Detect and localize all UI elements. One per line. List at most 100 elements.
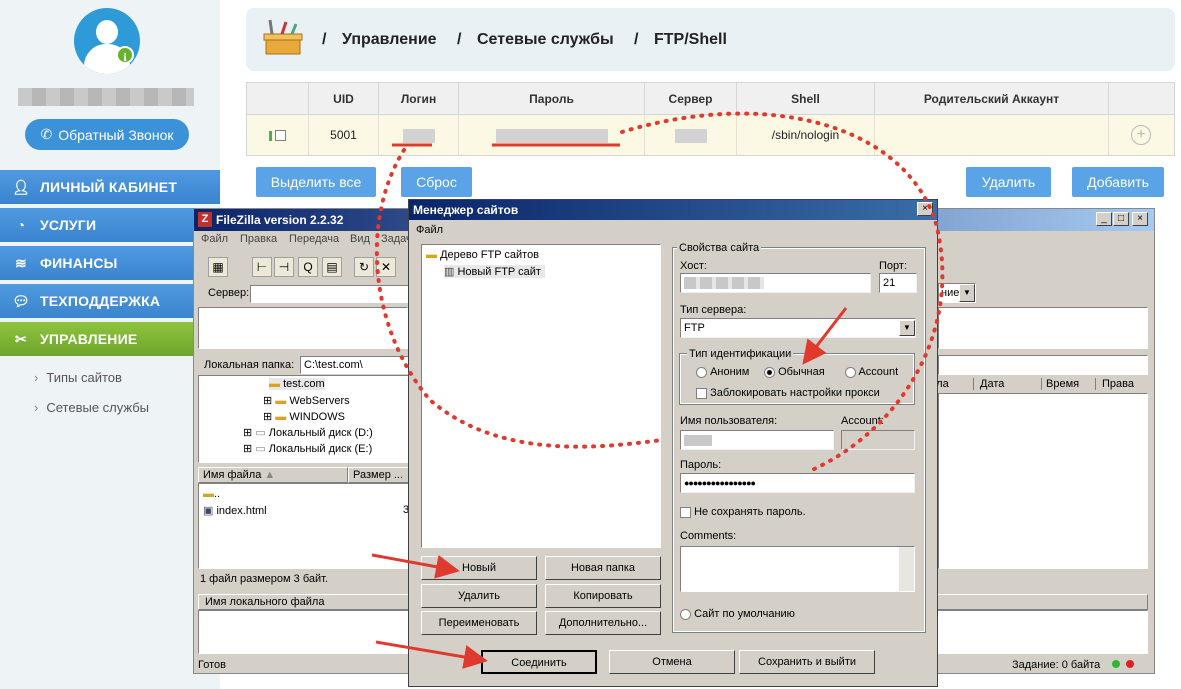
tree-item-webservers[interactable]: ⊞ ▬ WebServers	[263, 394, 350, 407]
select-all-button[interactable]: Выделить все	[256, 167, 376, 197]
add-row-icon[interactable]: +	[1131, 125, 1151, 145]
tree-remote-icon[interactable]: ⊣	[274, 257, 294, 277]
remote-column-time[interactable]: Время	[1046, 378, 1096, 390]
port-input[interactable]: 21	[879, 273, 917, 293]
advanced-button[interactable]: Дополнительно...	[545, 611, 661, 635]
tree-item-windows[interactable]: ⊞ ▬ WINDOWS	[263, 410, 345, 423]
site-manager-tool-icon[interactable]: ▦	[208, 257, 228, 277]
tree-root[interactable]: ▬ Дерево FTP сайтов	[426, 249, 539, 261]
queue-icon[interactable]: Q	[298, 257, 318, 277]
menu-transfer[interactable]: Передача	[289, 233, 339, 245]
breadcrumb-management[interactable]: Управление	[342, 31, 437, 49]
column-uid: UID	[309, 83, 379, 115]
block-proxy-checkbox[interactable]: Заблокировать настройки прокси	[696, 387, 880, 399]
default-site-radio[interactable]: Сайт по умолчанию	[680, 608, 795, 620]
list-item[interactable]: ▬..	[203, 488, 220, 500]
username-label: Имя пользователя:	[680, 415, 778, 427]
port-label: Порт:	[879, 260, 907, 272]
log-icon[interactable]: ▤	[322, 257, 342, 277]
cancel-button[interactable]: Отмена	[609, 650, 735, 674]
site-properties-title: Свойства сайта	[677, 242, 762, 254]
auth-type-title: Тип идентификации	[687, 348, 794, 360]
reset-button[interactable]: Сброс	[401, 167, 472, 197]
minimize-icon[interactable]: _	[1096, 212, 1112, 226]
user-icon: 👤︎	[12, 178, 30, 195]
add-button[interactable]: Добавить	[1072, 167, 1164, 197]
account-input	[841, 430, 915, 450]
maximize-icon[interactable]: □	[1113, 212, 1129, 226]
save-exit-button[interactable]: Сохранить и выйти	[739, 650, 875, 674]
new-folder-button[interactable]: Новая папка	[545, 556, 661, 580]
cell-uid: 5001	[309, 115, 379, 155]
password-input[interactable]: ●●●●●●●●●●●●●●●●	[680, 473, 915, 493]
sort-asc-icon: ▲	[264, 469, 276, 481]
tree-item-new-site[interactable]: ▥ Новый FTP сайт	[444, 265, 545, 278]
nav-finances[interactable]: ≋ ФИНАНСЫ	[0, 246, 220, 280]
account-label: Account:	[841, 415, 884, 427]
folder-icon: ▬	[275, 395, 287, 407]
folder-up-icon: ▬	[203, 488, 214, 500]
dropdown-arrow-icon[interactable]: ▼	[959, 284, 975, 302]
username-input[interactable]	[680, 430, 834, 450]
filezilla-logo-icon: Z	[198, 212, 212, 227]
copy-site-button[interactable]: Копировать	[545, 584, 661, 608]
breadcrumb-sep: /	[322, 31, 327, 48]
table-row[interactable]: 5001 /sbin/nologin +	[247, 115, 1174, 155]
list-item[interactable]: ▣ index.html	[203, 504, 267, 517]
dialog-close-icon[interactable]: ×	[917, 202, 933, 216]
tree-item-test-com[interactable]: ▬ test.com	[269, 378, 325, 390]
breadcrumb-network-services[interactable]: Сетевые службы	[477, 31, 614, 49]
auth-normal-radio[interactable]: Обычная	[764, 366, 825, 378]
remote-log-pane	[938, 307, 1148, 349]
column-filename[interactable]: Имя файла ▲	[198, 467, 348, 483]
abort-icon[interactable]: ✕	[376, 257, 396, 277]
auth-account-radio[interactable]: Account	[845, 366, 898, 378]
menu-edit[interactable]: Правка	[240, 233, 277, 245]
site-manager-dialog: Менеджер сайтов × Файл ▬ Дерево FTP сайт…	[408, 199, 938, 687]
folder-icon: ▬	[426, 249, 437, 261]
disk-icon: ▭	[255, 443, 266, 455]
nav-services[interactable]: ◔ УСЛУГИ	[0, 208, 220, 242]
rename-site-button[interactable]: Переименовать	[421, 611, 537, 635]
remote-column-rights[interactable]: Права	[1102, 378, 1134, 390]
status-ready: Готов	[198, 659, 226, 671]
server-label: Сервер:	[208, 287, 250, 299]
nav-support[interactable]: 💬︎ ТЕХПОДДЕРЖКА	[0, 284, 220, 318]
delete-site-button[interactable]: Удалить	[421, 584, 537, 608]
host-input[interactable]	[680, 273, 871, 293]
connect-button[interactable]: Соединить	[481, 650, 597, 674]
menu-view[interactable]: Вид	[350, 233, 370, 245]
refresh-icon[interactable]: ↻	[354, 257, 374, 277]
breadcrumb-sep: /	[634, 31, 639, 48]
server-input[interactable]	[250, 285, 410, 303]
nav-personal-account[interactable]: 👤︎ ЛИЧНЫЙ КАБИНЕТ	[0, 170, 220, 204]
auth-anon-radio[interactable]: Аноним	[696, 366, 749, 378]
tree-item-disk-d[interactable]: ⊞ ▭ Локальный диск (D:)	[243, 426, 373, 439]
column-size[interactable]: Размер ...	[348, 467, 410, 483]
callback-button[interactable]: ✆ Обратный Звонок	[25, 119, 189, 150]
server-type-dropdown-icon[interactable]: ▼	[899, 320, 915, 336]
phone-icon: ✆	[40, 126, 53, 142]
row-checkbox[interactable]	[275, 130, 287, 142]
cell-password-blurred	[459, 115, 645, 155]
subnav-network-services[interactable]: Сетевые службы	[34, 400, 149, 415]
local-folder-input[interactable]: C:\test.com\	[300, 356, 410, 374]
comments-scrollbar[interactable]	[899, 547, 914, 591]
tree-local-icon[interactable]: ⊢	[252, 257, 272, 277]
subnav-site-types[interactable]: Типы сайтов	[34, 370, 122, 385]
menu-file[interactable]: Файл	[201, 233, 228, 245]
server-type-select[interactable]: FTP	[680, 318, 916, 338]
checkbox-icon	[696, 387, 707, 399]
nav-management[interactable]: ✂ УПРАВЛЕНИЕ	[0, 322, 220, 356]
cell-server-blurred	[645, 115, 737, 155]
close-icon[interactable]: ×	[1132, 212, 1148, 226]
delete-button[interactable]: Удалить	[966, 167, 1051, 197]
remote-path-input[interactable]	[938, 355, 1148, 375]
comments-textarea[interactable]	[680, 546, 915, 592]
new-site-button[interactable]: Новый	[421, 556, 537, 580]
remote-column-date[interactable]: Дата	[980, 378, 1042, 390]
local-folder-label: Локальная папка:	[204, 359, 295, 371]
tree-item-disk-e[interactable]: ⊞ ▭ Локальный диск (E:)	[243, 442, 372, 455]
no-save-password-checkbox[interactable]: Не сохранять пароль.	[680, 506, 806, 518]
dialog-menu-file[interactable]: Файл	[416, 224, 443, 236]
